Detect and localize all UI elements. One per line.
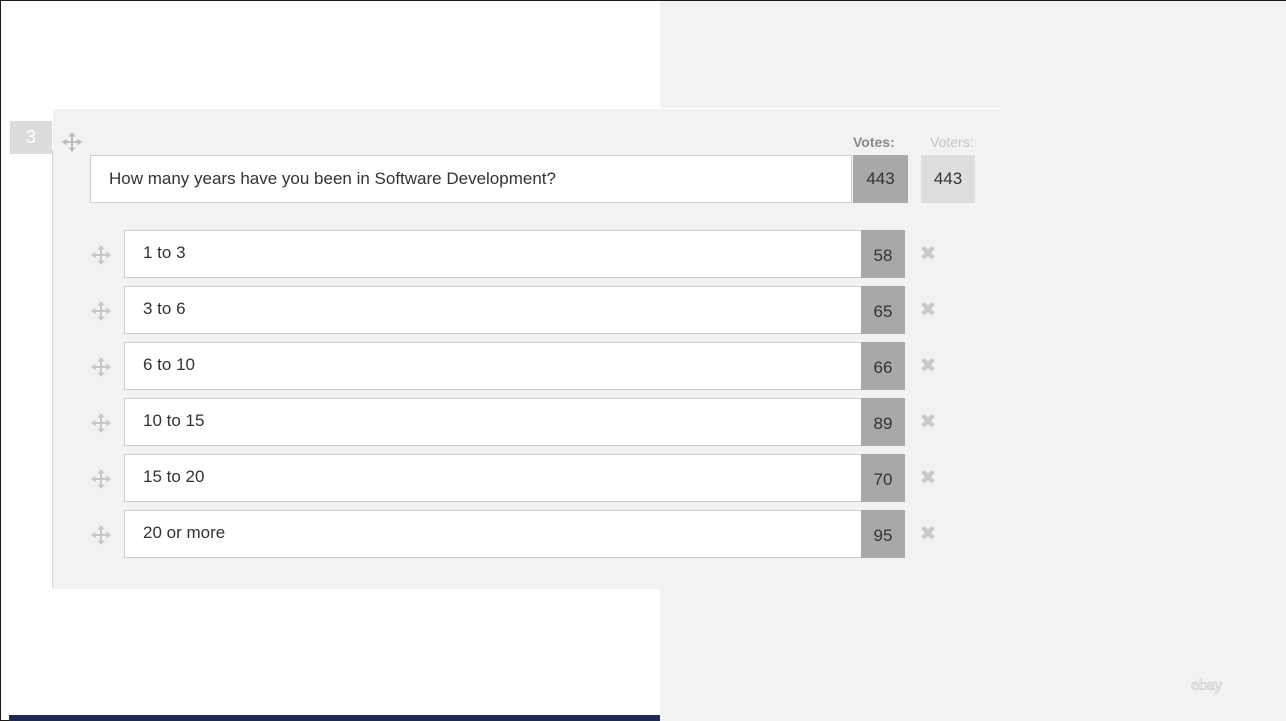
- close-icon[interactable]: ✖: [919, 524, 937, 544]
- option-text-field[interactable]: 3 to 6: [124, 286, 862, 334]
- close-icon[interactable]: ✖: [919, 300, 937, 320]
- ebay-logo: ebay: [1191, 677, 1223, 695]
- option-move-icon[interactable]: [90, 412, 112, 434]
- close-icon[interactable]: ✖: [919, 244, 937, 264]
- bottom-accent-bar: [9, 715, 660, 721]
- option-move-icon[interactable]: [90, 244, 112, 266]
- option-row: 1 to 3 58 ✖: [0, 230, 1000, 280]
- question-voters-count: 443: [921, 155, 975, 203]
- close-icon[interactable]: ✖: [919, 412, 937, 432]
- option-votes-count: 58: [861, 230, 905, 278]
- question-move-icon[interactable]: [61, 131, 83, 153]
- option-votes-count: 89: [861, 398, 905, 446]
- option-row: 20 or more 95 ✖: [0, 510, 1000, 560]
- option-text-field[interactable]: 20 or more: [124, 510, 862, 558]
- option-text-field[interactable]: 10 to 15: [124, 398, 862, 446]
- option-votes-count: 70: [861, 454, 905, 502]
- option-votes-count: 65: [861, 286, 905, 334]
- option-row: 3 to 6 65 ✖: [0, 286, 1000, 336]
- option-move-icon[interactable]: [90, 300, 112, 322]
- option-votes-count: 66: [861, 342, 905, 390]
- option-row: 10 to 15 89 ✖: [0, 398, 1000, 448]
- option-move-icon[interactable]: [90, 356, 112, 378]
- option-text-field[interactable]: 15 to 20: [124, 454, 862, 502]
- question-text-field[interactable]: How many years have you been in Software…: [90, 155, 852, 203]
- option-text-field[interactable]: 1 to 3: [124, 230, 862, 278]
- option-row: 15 to 20 70 ✖: [0, 454, 1000, 504]
- voters-column-header: Voters:: [930, 134, 974, 150]
- question-votes-count: 443: [853, 155, 908, 203]
- close-icon[interactable]: ✖: [919, 356, 937, 376]
- option-votes-count: 95: [861, 510, 905, 558]
- question-number-badge: 3: [10, 121, 52, 154]
- option-row: 6 to 10 66 ✖: [0, 342, 1000, 392]
- votes-column-header: Votes:: [853, 134, 895, 150]
- option-move-icon[interactable]: [90, 468, 112, 490]
- close-icon[interactable]: ✖: [919, 468, 937, 488]
- option-text-field[interactable]: 6 to 10: [124, 342, 862, 390]
- option-move-icon[interactable]: [90, 524, 112, 546]
